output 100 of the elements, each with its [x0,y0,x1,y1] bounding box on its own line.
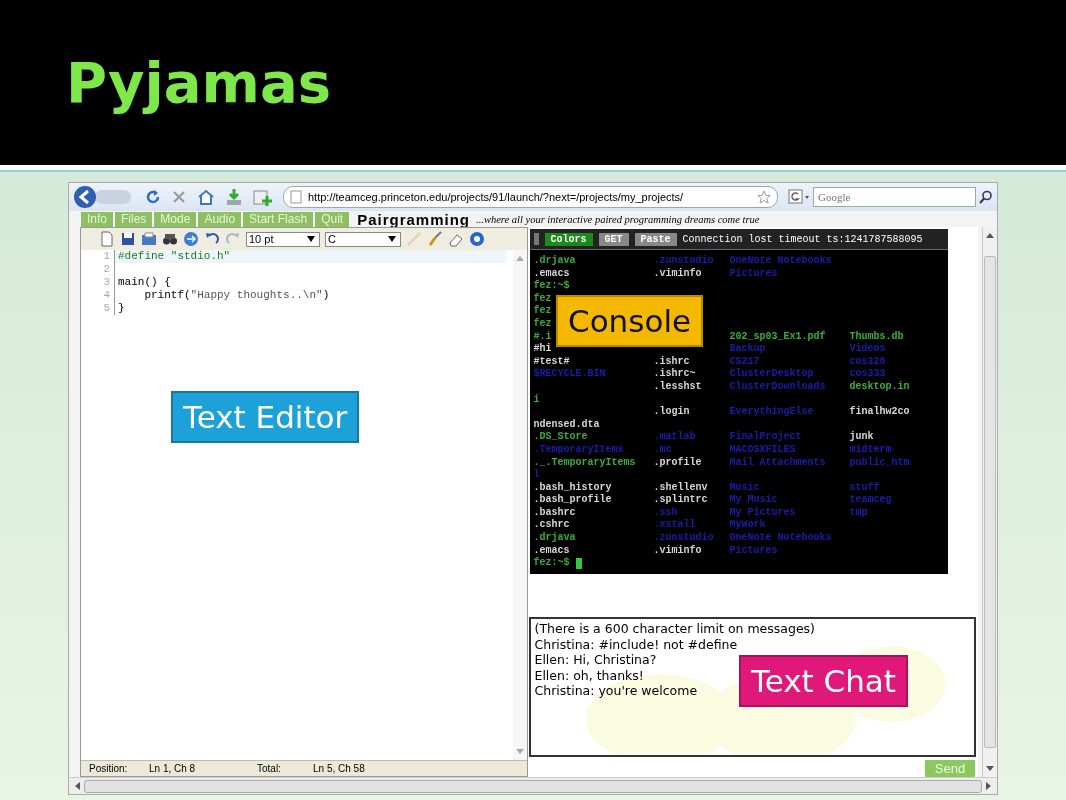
console-text: public_htm [849,456,910,470]
page-scrollbar[interactable] [982,227,997,777]
code-line: } [117,302,126,315]
console-text: .bashrc [533,506,576,519]
status-label: Total: [256,763,282,774]
scroll-thumb[interactable] [84,779,982,793]
chat-message: Christina: #include! not #define [534,636,738,652]
star-icon[interactable] [757,190,771,204]
console-text: .drjava [533,532,576,545]
callout-label: Text Editor [171,391,360,443]
console-text: .lesshst [653,380,702,394]
console-text: .profile [653,456,702,470]
console-text: .matlab [653,431,696,444]
horizontal-scrollbar[interactable] [69,777,997,794]
console-text: .viminfo [653,267,702,281]
console-text: .shellenv [653,481,708,494]
console-text: cos326 [849,355,886,369]
console-text: .ishrc [653,355,690,368]
find-icon[interactable] [162,231,178,247]
console-text: #hi [533,343,552,356]
search-icon[interactable] [979,190,993,204]
scroll-left-icon[interactable] [75,782,80,790]
console-text: Pictures [729,544,778,558]
scroll-thumb[interactable] [984,256,996,748]
console-text: FinalProject [729,431,802,444]
callout-label: Text Chat [739,655,908,707]
console-text: midterm [849,443,892,457]
console-text: tmp [849,506,868,520]
console-text: #test# [533,355,570,368]
console-text: .splintrc [653,494,708,507]
console-text: ndensed.dta [533,418,600,432]
console-text: My Pictures [729,506,796,519]
console-text: My Music [729,494,778,507]
console-text: .TemporaryItems [533,443,624,457]
console-text: .login [653,406,690,419]
console-text: .xstall [653,519,696,532]
console-text: Mail Attachments [729,456,826,470]
chat-message: Ellen: oh, thanks! [534,667,644,683]
reload-icon[interactable] [145,189,161,205]
address-bar[interactable]: http://teamceg.princeton.edu/projects/91/launch/?next=/projects/my_projects/ [283,186,778,208]
new-icon[interactable] [99,231,115,247]
code-line: printf("Happy thoughts..\n") [143,289,331,302]
console-text: cos333 [849,368,886,381]
save-icon[interactable] [120,231,136,247]
console-text: MACOSXFILES [729,443,796,457]
brush-icon[interactable] [427,231,443,247]
callout-label: Console [556,295,704,347]
console-text: .zunstudio [653,255,714,268]
home-icon[interactable] [197,189,215,205]
console-text: .viminfo [653,544,702,558]
console-text: .DS_Store [533,431,588,444]
console-button[interactable]: Paste [634,232,677,246]
console-text: stuff [849,481,880,495]
console-text: fez [533,305,552,318]
stop-icon[interactable] [171,189,187,205]
console-text: fez [533,292,552,305]
open-icon[interactable] [141,231,157,247]
console-text: l [533,469,540,482]
scroll-down-icon[interactable] [986,766,994,771]
page-icon [290,190,302,204]
caret-icon [307,236,315,242]
status-label: Position: [88,763,129,774]
console-text: .bash_history [533,481,612,494]
chat-message: Christina: you're welcome [534,683,698,699]
console-text: #.i [533,330,552,343]
console-text: .ishrc~ [653,368,696,381]
send-button[interactable]: Send [925,759,975,777]
console-text: EverythingElse [729,406,814,419]
console-text: .zunstudio [653,532,714,545]
console-text: .mc [653,443,672,457]
undo-icon[interactable] [204,231,220,247]
scroll-up-icon[interactable] [986,233,994,238]
tagline: ...where all your interactive paired programming dreams come true [476,213,760,225]
search-engine-icon[interactable] [788,189,810,205]
handle-icon[interactable] [533,233,539,245]
slide-title: Pyjamas [66,50,332,115]
font-size-select[interactable]: 10 pt [246,231,320,247]
status-value: Ln 1, Ch 8 [149,763,197,774]
console-text: Thumbs.db [849,330,904,343]
console-text: ._.TemporaryItems [533,456,636,469]
console-text: .bash_profile [533,494,612,507]
console-text: $RECYCLE.BIN [533,368,606,381]
caret-icon [388,236,396,242]
add-page-icon[interactable] [253,188,273,206]
console-button[interactable]: Colors [544,232,593,246]
status-value: Ln 5, Ch 58 [313,763,366,774]
scroll-right-icon[interactable] [986,782,991,790]
language-select[interactable]: C [325,231,401,247]
console-text: ClusterDownloads [729,380,826,394]
app-logo-text: Pairgramming [357,210,470,228]
console-text: Videos [849,343,886,356]
console-button[interactable]: GET [598,232,629,246]
search-field[interactable]: Google [813,187,976,207]
download-icon[interactable] [225,188,243,206]
console-text: fez:~$ [533,557,570,570]
console-text: CS217 [729,355,760,368]
console-text: .ssh [653,506,678,519]
console-text: OneNote Notebooks [729,255,832,268]
console-text: desktop.in [849,380,910,394]
console-text: ClusterDesktop [729,368,814,381]
